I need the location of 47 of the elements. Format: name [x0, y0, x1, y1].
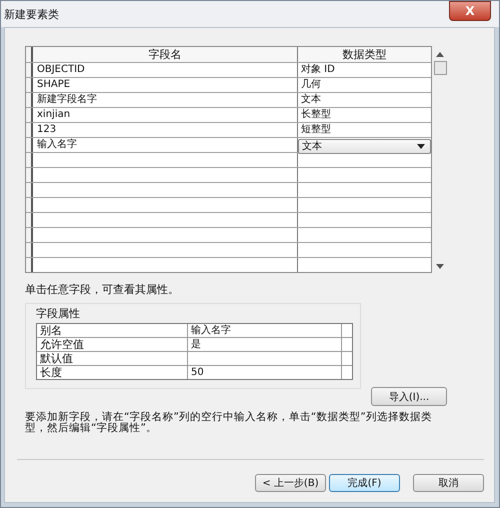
row-selector[interactable] — [26, 123, 33, 137]
window-title: 新建要素类 — [4, 6, 59, 22]
scroll-down-icon[interactable] — [436, 264, 444, 269]
property-name: 默认值 — [37, 352, 188, 365]
row-selector[interactable] — [26, 183, 33, 197]
row-selector[interactable] — [26, 93, 33, 107]
import-button[interactable]: 导入(I)... — [371, 387, 447, 406]
table-cell[interactable]: OBJECTID — [33, 63, 298, 77]
table-cell[interactable]: 几何 — [298, 78, 431, 92]
row-selector[interactable] — [26, 78, 33, 92]
dialog-button[interactable]: 完成(F) — [329, 474, 400, 492]
caret-icon — [417, 144, 425, 149]
table-cell[interactable]: 123 — [33, 123, 298, 137]
row-selector[interactable] — [26, 168, 33, 182]
table-cell[interactable]: xinjian — [33, 108, 298, 122]
scroll-thumb[interactable] — [434, 61, 446, 75]
row-selector[interactable] — [26, 108, 33, 122]
table-cell[interactable]: SHAPE — [33, 78, 298, 92]
row-selector[interactable] — [26, 243, 33, 257]
table-cell[interactable]: 短整型 — [298, 123, 431, 137]
instructions-text: 要添加新字段，请在“字段名称”列的空行中输入名称，单击“数据类型”列选择数据类型，然后编辑“字段属性”。 — [25, 412, 433, 434]
row-selector[interactable] — [26, 63, 33, 77]
table-cell[interactable]: 长整型 — [298, 108, 431, 122]
row-selector[interactable] — [26, 213, 33, 227]
row-selector[interactable] — [26, 258, 33, 272]
row-selector[interactable] — [26, 228, 33, 242]
property-value[interactable]: 是 — [188, 338, 342, 351]
table-cell[interactable]: 新建字段名字 — [33, 93, 298, 107]
table-cell[interactable]: 对象 ID — [298, 63, 431, 77]
row-selector[interactable] — [26, 138, 33, 152]
column-header[interactable]: 字段名 — [33, 47, 298, 62]
scroll-up-icon[interactable] — [436, 52, 444, 57]
dialog-button[interactable]: 取消 — [413, 474, 484, 492]
property-name: 允许空值 — [37, 338, 188, 351]
property-name: 别名 — [37, 324, 188, 337]
group-title: 字段属性 — [36, 306, 80, 321]
hint-text: 单击任意字段，可查看其属性。 — [25, 282, 180, 297]
type-dropdown[interactable]: 文本 — [298, 139, 431, 154]
property-name: 长度 — [37, 366, 188, 379]
property-value[interactable]: 输入名字 — [188, 324, 342, 337]
row-selector[interactable] — [26, 47, 33, 62]
column-header[interactable]: 数据类型 — [298, 47, 431, 62]
property-value[interactable]: 50 — [188, 366, 342, 379]
table-cell[interactable]: 文本 — [298, 93, 431, 107]
dialog-button[interactable]: < 上一步(B) — [255, 474, 326, 492]
row-selector[interactable] — [26, 198, 33, 212]
row-selector[interactable] — [26, 153, 33, 167]
